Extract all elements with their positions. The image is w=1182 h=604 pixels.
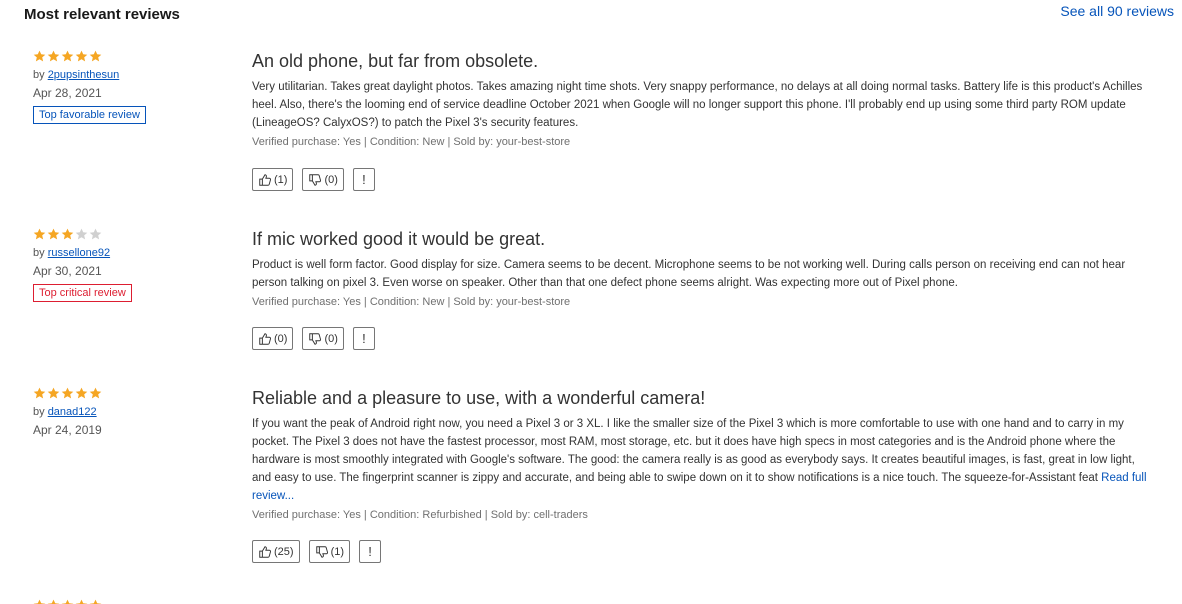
- review-author-info: by danad122 Apr 24, 2019: [33, 387, 233, 437]
- helpful-button[interactable]: (1): [252, 168, 294, 191]
- thumbs-down-icon: [309, 332, 322, 345]
- star-filled-icon: [89, 599, 102, 604]
- review-title: If mic worked good it would be great.: [252, 229, 546, 249]
- star-filled-icon: [33, 228, 46, 240]
- review-title: An old phone, but far from obsolete.: [252, 51, 539, 71]
- unhelpful-count: (0): [324, 173, 338, 186]
- star-empty-icon: [89, 228, 102, 240]
- star-filled-icon: [33, 599, 46, 604]
- review-body: Product is well form factor. Good displa…: [252, 259, 1126, 289]
- report-button[interactable]: !: [359, 540, 382, 563]
- review-author-info: by 2pupsinthesun Apr 28, 2021 Top favora…: [33, 50, 233, 124]
- helpful-button[interactable]: (0): [252, 327, 294, 350]
- star-filled-icon: [61, 228, 74, 240]
- review-date: Apr 24, 2019: [33, 423, 102, 437]
- helpful-button[interactable]: (25): [252, 540, 300, 563]
- star-filled-icon: [47, 387, 60, 399]
- top-favorable-badge: Top favorable review: [33, 106, 146, 124]
- star-rating: [33, 228, 233, 240]
- review-date: Apr 28, 2021: [33, 86, 102, 100]
- star-filled-icon: [61, 50, 74, 62]
- star-filled-icon: [75, 599, 88, 604]
- unhelpful-count: (0): [324, 332, 338, 345]
- review-actions: (0) (0) !: [252, 327, 375, 350]
- star-rating: [33, 50, 233, 62]
- thumbs-down-icon: [309, 173, 322, 186]
- review-meta: Verified purchase: Yes | Condition: New …: [252, 296, 571, 308]
- thumbs-up-icon: [259, 545, 271, 558]
- review-author-info: [33, 599, 233, 604]
- unhelpful-button[interactable]: (0): [302, 327, 344, 350]
- review-content: If mic worked good it would be great. Pr…: [252, 228, 1152, 308]
- thumbs-up-icon: [259, 332, 271, 345]
- review-body: Very utilitarian. Takes great daylight p…: [252, 81, 1143, 129]
- review-date: Apr 30, 2021: [33, 264, 102, 278]
- report-button[interactable]: !: [352, 327, 375, 350]
- star-rating: [33, 599, 233, 604]
- star-rating: [33, 387, 233, 399]
- thumbs-up-icon: [259, 173, 271, 186]
- star-filled-icon: [47, 228, 60, 240]
- review-actions: (1) (0) !: [252, 168, 375, 191]
- star-filled-icon: [33, 387, 46, 399]
- unhelpful-button[interactable]: (0): [302, 168, 344, 191]
- review-content: Reliable and a pleasure to use, with a w…: [252, 387, 1152, 521]
- unhelpful-count: (1): [330, 545, 345, 558]
- report-button[interactable]: !: [352, 168, 375, 191]
- review-actions: (25) (1) !: [252, 540, 382, 563]
- author-link[interactable]: 2pupsinthesun: [48, 69, 120, 81]
- star-filled-icon: [47, 50, 60, 62]
- helpful-count: (1): [274, 173, 288, 186]
- review-title: Reliable and a pleasure to use, with a w…: [252, 388, 706, 408]
- helpful-count: (25): [274, 545, 294, 558]
- review-content: An old phone, but far from obsolete. Ver…: [252, 50, 1152, 148]
- author-link[interactable]: danad122: [48, 406, 97, 418]
- thumbs-down-icon: [315, 545, 328, 558]
- unhelpful-button[interactable]: (1): [308, 540, 351, 563]
- section-title: Most relevant reviews: [24, 6, 180, 23]
- star-filled-icon: [61, 387, 74, 399]
- star-filled-icon: [75, 387, 88, 399]
- star-filled-icon: [47, 599, 60, 604]
- star-filled-icon: [75, 50, 88, 62]
- helpful-count: (0): [274, 332, 288, 345]
- star-empty-icon: [75, 228, 88, 240]
- author-link[interactable]: russellone92: [48, 247, 110, 259]
- review-body: If you want the peak of Android right no…: [252, 418, 1147, 502]
- star-filled-icon: [89, 387, 102, 399]
- review-meta: Verified purchase: Yes | Condition: Refu…: [252, 509, 588, 521]
- review-meta: Verified purchase: Yes | Condition: New …: [252, 136, 571, 148]
- top-critical-badge: Top critical review: [33, 284, 132, 302]
- star-filled-icon: [89, 50, 102, 62]
- star-filled-icon: [61, 599, 74, 604]
- see-all-reviews-link[interactable]: See all 90 reviews: [1060, 3, 1174, 19]
- review-author-info: by russellone92 Apr 30, 2021 Top critica…: [33, 228, 233, 302]
- star-filled-icon: [33, 50, 46, 62]
